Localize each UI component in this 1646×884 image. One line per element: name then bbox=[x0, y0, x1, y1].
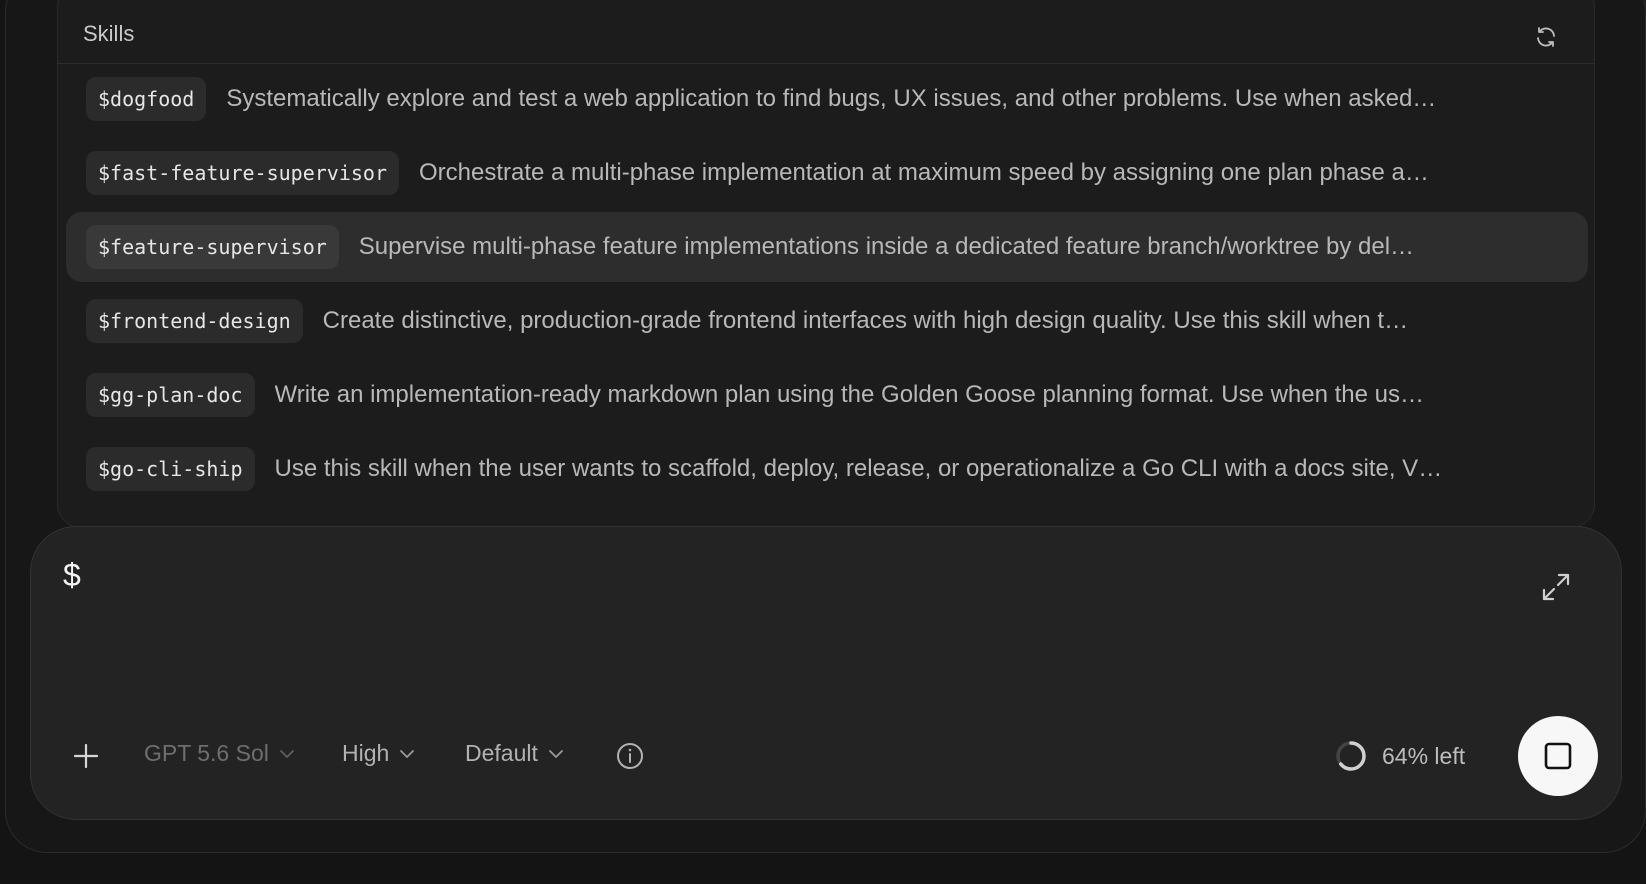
stop-button[interactable] bbox=[1518, 716, 1598, 796]
skill-item-fast-feature-supervisor[interactable]: $fast-feature-supervisor Orchestrate a m… bbox=[66, 138, 1588, 208]
skills-header: Skills bbox=[58, 1, 1594, 64]
skill-tag: $dogfood bbox=[86, 77, 207, 121]
refresh-icon bbox=[1537, 27, 1555, 47]
context-usage-indicator: 64% left bbox=[1334, 739, 1465, 773]
skill-tag: $go-cli-ship bbox=[86, 447, 255, 491]
skill-description: Create distinctive, production-grade fro… bbox=[322, 307, 1409, 334]
skill-tag: $gg-plan-doc bbox=[86, 373, 255, 417]
composer: $ GPT 5.6 Sol High Default 64% left bbox=[30, 526, 1622, 820]
skill-description: Write an implementation-ready markdown p… bbox=[274, 381, 1425, 408]
skill-tag: $frontend-design bbox=[86, 299, 303, 343]
skill-item-dogfood[interactable]: $dogfood Systematically explore and test… bbox=[66, 64, 1588, 134]
context-remaining-label: 64% left bbox=[1382, 742, 1466, 769]
model-selector[interactable]: GPT 5.6 Sol bbox=[144, 740, 295, 767]
chevron-down-icon bbox=[279, 749, 295, 759]
chevron-down-icon bbox=[548, 749, 564, 759]
skill-item-gg-plan-doc[interactable]: $gg-plan-doc Write an implementation-rea… bbox=[66, 360, 1588, 430]
skill-tag: $fast-feature-supervisor bbox=[86, 151, 399, 195]
effort-label: High bbox=[342, 740, 390, 766]
plus-icon bbox=[73, 743, 99, 769]
expand-icon bbox=[1542, 573, 1570, 601]
skill-item-feature-supervisor[interactable]: $feature-supervisor Supervise multi-phas… bbox=[66, 212, 1588, 282]
skill-description: Supervise multi-phase feature implementa… bbox=[358, 233, 1415, 260]
skill-description: Use this skill when the user wants to sc… bbox=[274, 455, 1443, 482]
skills-popup: Skills $dogfood Systematically explore a… bbox=[57, 0, 1595, 528]
expand-button[interactable] bbox=[1539, 570, 1573, 604]
stop-icon bbox=[1544, 742, 1572, 770]
model-label: GPT 5.6 Sol bbox=[144, 740, 269, 766]
skill-list: $dogfood Systematically explore and test… bbox=[66, 64, 1588, 508]
info-button[interactable] bbox=[615, 741, 645, 771]
composer-toolbar: GPT 5.6 Sol High Default 64% left bbox=[31, 716, 1621, 797]
skill-item-frontend-design[interactable]: $frontend-design Create distinctive, pro… bbox=[66, 286, 1588, 356]
add-attachment-button[interactable] bbox=[71, 741, 101, 771]
refresh-button[interactable] bbox=[1532, 23, 1560, 51]
skill-tag: $feature-supervisor bbox=[86, 225, 339, 269]
info-icon bbox=[617, 743, 643, 769]
mode-label: Default bbox=[465, 740, 538, 766]
chevron-down-icon bbox=[399, 749, 415, 759]
skill-description: Orchestrate a multi-phase implementation… bbox=[418, 159, 1429, 186]
skills-title: Skills bbox=[83, 21, 135, 46]
context-ring-icon bbox=[1336, 741, 1366, 771]
prompt-input[interactable]: $ bbox=[63, 557, 1443, 677]
skill-description: Systematically explore and test a web ap… bbox=[226, 85, 1437, 112]
mode-selector[interactable]: Default bbox=[465, 740, 564, 767]
effort-selector[interactable]: High bbox=[342, 740, 415, 767]
skill-item-go-cli-ship[interactable]: $go-cli-ship Use this skill when the use… bbox=[66, 434, 1588, 504]
